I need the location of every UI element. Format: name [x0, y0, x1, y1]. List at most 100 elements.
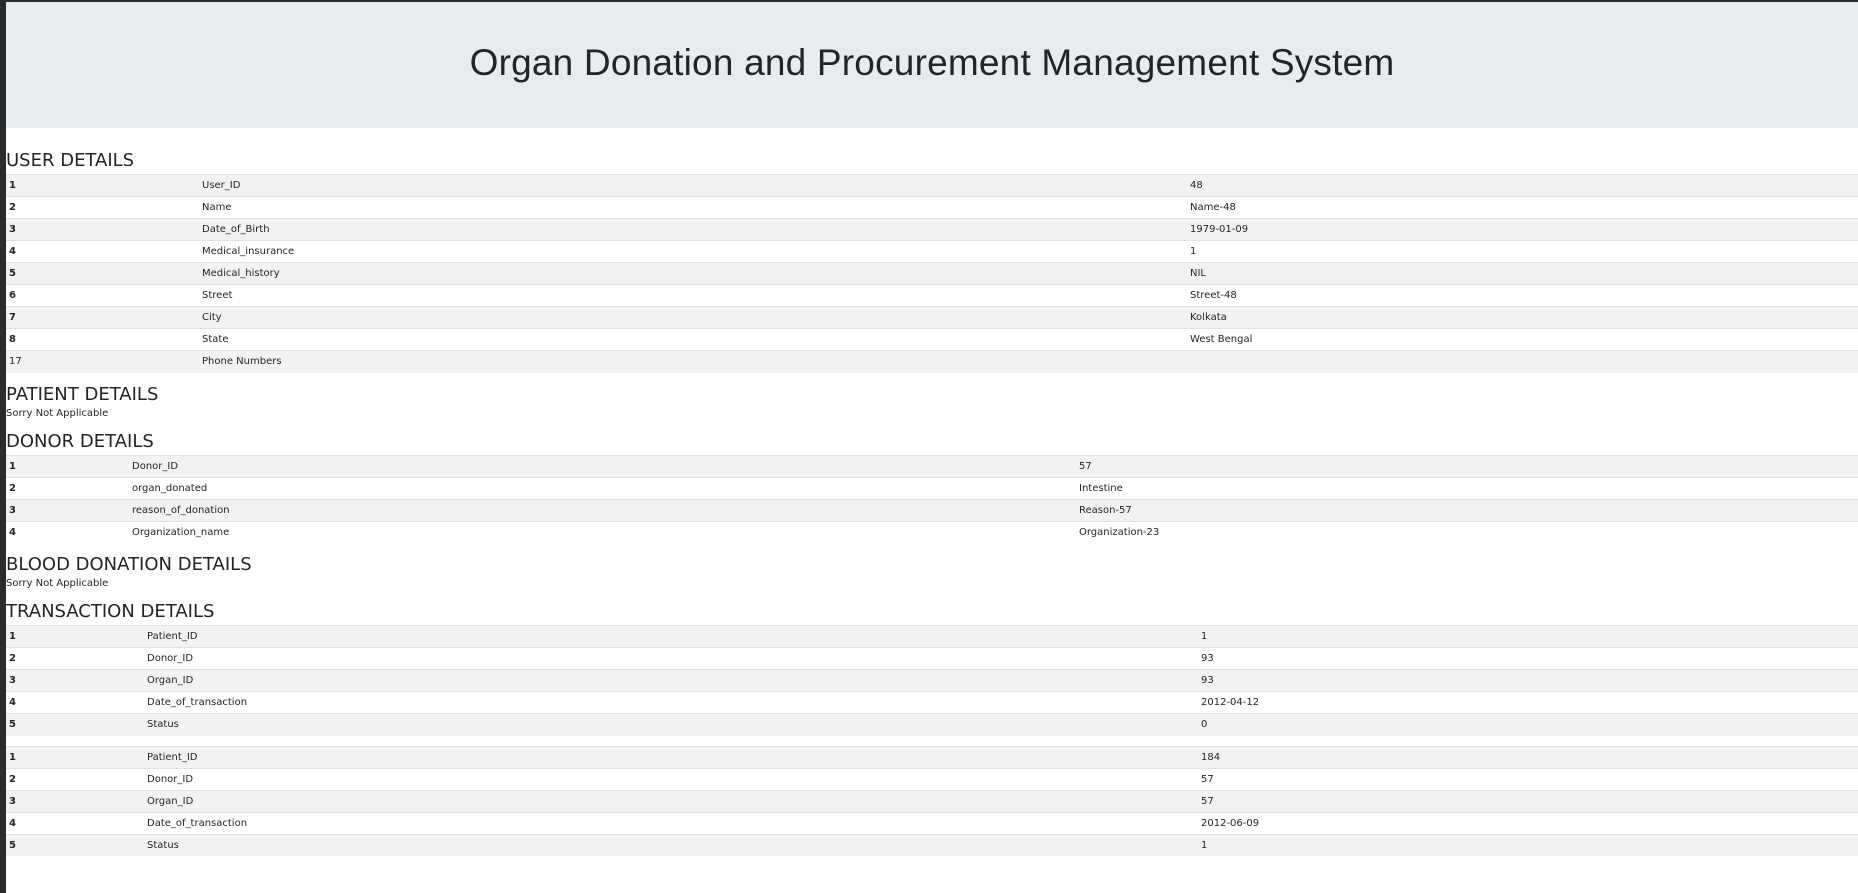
table-row: 1 Patient_ID 1	[6, 625, 1858, 648]
donor-details-table: 1 Donor_ID 57 2 organ_donated Intestine 3 reaso…	[6, 454, 1858, 543]
field-name: Date_of_transaction	[144, 691, 1198, 714]
table-row: 6 Street Street-48	[6, 284, 1858, 307]
transaction-separator	[6, 736, 1858, 746]
field-name: Status	[144, 713, 1198, 736]
table-row: 2 organ_donated Intestine	[6, 476, 1858, 499]
page-frame: Organ Donation and Procurement Managemen…	[0, 0, 1858, 893]
row-number: 6	[6, 284, 199, 307]
row-number: 1	[6, 745, 144, 768]
field-name: Organization_name	[129, 520, 1076, 543]
row-number: 4	[6, 811, 144, 834]
row-number: 2	[6, 647, 144, 670]
field-value: 1	[1198, 625, 1858, 648]
field-value: West Bengal	[1187, 328, 1858, 351]
table-row: 3 Organ_ID 93	[6, 669, 1858, 692]
field-value: 57	[1198, 789, 1858, 812]
table-row: 2 Name Name-48	[6, 196, 1858, 219]
field-name: User_ID	[199, 174, 1187, 197]
user-details-heading: USER DETAILS	[6, 150, 135, 171]
field-name: Name	[199, 196, 1187, 219]
table-row: 2 Donor_ID 57	[6, 767, 1858, 790]
row-number: 5	[6, 713, 144, 736]
field-name: Donor_ID	[144, 767, 1198, 790]
table-row: 3 Organ_ID 57	[6, 789, 1858, 812]
field-value: 93	[1198, 669, 1858, 692]
transaction-details-heading: TRANSACTION DETAILS	[6, 601, 215, 622]
table-row: 1 Patient_ID 184	[6, 745, 1858, 768]
page-title: Organ Donation and Procurement Managemen…	[469, 42, 1395, 83]
field-value: Kolkata	[1187, 306, 1858, 329]
table-row: 7 City Kolkata	[6, 306, 1858, 329]
row-number: 3	[6, 218, 199, 241]
blood-donation-not-applicable-text: Sorry Not Applicable	[6, 578, 109, 589]
row-number: 4	[6, 691, 144, 714]
field-value: Name-48	[1187, 196, 1858, 219]
table-row: 3 reason_of_donation Reason-57	[6, 498, 1858, 521]
field-value: 184	[1198, 745, 1858, 768]
field-name: Date_of_transaction	[144, 811, 1198, 834]
blood-donation-details-heading: BLOOD DONATION DETAILS	[6, 554, 252, 575]
row-number: 1	[6, 625, 144, 648]
field-value: 2012-06-09	[1198, 811, 1858, 834]
field-name: Medical_history	[199, 262, 1187, 285]
field-value: 48	[1187, 174, 1858, 197]
table-row: 1 User_ID 48	[6, 174, 1858, 197]
field-value: NIL	[1187, 262, 1858, 285]
field-value: 57	[1076, 454, 1858, 477]
field-value: 57	[1198, 767, 1858, 790]
table-row: 5 Status 1	[6, 833, 1858, 856]
row-number: 4	[6, 520, 129, 543]
field-name: Status	[144, 833, 1198, 856]
field-value: 0	[1198, 713, 1858, 736]
field-name: reason_of_donation	[129, 498, 1076, 521]
row-number: 4	[6, 240, 199, 263]
field-value: Organization-23	[1076, 520, 1858, 543]
field-name: City	[199, 306, 1187, 329]
field-value: 2012-04-12	[1198, 691, 1858, 714]
row-number: 8	[6, 328, 199, 351]
field-value	[1187, 350, 1858, 373]
field-name: Date_of_Birth	[199, 218, 1187, 241]
row-number: 5	[6, 262, 199, 285]
field-value: 1	[1187, 240, 1858, 263]
field-name: Phone Numbers	[199, 350, 1187, 373]
donor-details-heading: DONOR DETAILS	[6, 430, 154, 452]
row-number: 5	[6, 833, 144, 856]
table-row: 4 Organization_name Organization-23	[6, 520, 1858, 543]
field-name: Medical_insurance	[199, 240, 1187, 263]
row-number: 3	[6, 789, 144, 812]
row-number: 2	[6, 476, 129, 499]
table-row: 4 Medical_insurance 1	[6, 240, 1858, 263]
field-name: Donor_ID	[144, 647, 1198, 670]
table-row: 2 Donor_ID 93	[6, 647, 1858, 670]
row-number: 3	[6, 498, 129, 521]
field-name: Street	[199, 284, 1187, 307]
table-row: 4 Date_of_transaction 2012-06-09	[6, 811, 1858, 834]
table-row: 5 Status 0	[6, 713, 1858, 736]
table-row: 5 Medical_history NIL	[6, 262, 1858, 285]
table-row: 3 Date_of_Birth 1979-01-09	[6, 218, 1858, 241]
field-value: 1979-01-09	[1187, 218, 1858, 241]
field-name: organ_donated	[129, 476, 1076, 499]
row-number: 17	[6, 350, 199, 373]
row-number: 1	[6, 174, 199, 197]
field-name: Donor_ID	[129, 454, 1076, 477]
table-row: 4 Date_of_transaction 2012-04-12	[6, 691, 1858, 714]
row-number: 2	[6, 767, 144, 790]
row-number: 7	[6, 306, 199, 329]
page-header: Organ Donation and Procurement Managemen…	[6, 2, 1858, 128]
field-name: Patient_ID	[144, 625, 1198, 648]
table-row: 17 Phone Numbers	[6, 350, 1858, 373]
table-row: 1 Donor_ID 57	[6, 454, 1858, 477]
patient-details-heading: PATIENT DETAILS	[6, 383, 159, 405]
user-details-table: 1 User_ID 48 2 Name Name-48 3 Date_of_Birth 1979…	[6, 174, 1858, 373]
row-number: 2	[6, 196, 199, 219]
page-content: USER DETAILS 1 User_ID 48 2 Name Name-48 3 Date…	[6, 128, 1858, 856]
field-value: 93	[1198, 647, 1858, 670]
field-name: Organ_ID	[144, 789, 1198, 812]
table-row: 8 State West Bengal	[6, 328, 1858, 351]
field-value: Reason-57	[1076, 498, 1858, 521]
row-number: 1	[6, 454, 129, 477]
field-value: 1	[1198, 833, 1858, 856]
field-value: Street-48	[1187, 284, 1858, 307]
